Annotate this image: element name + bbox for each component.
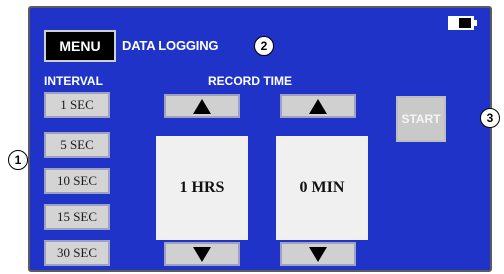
hours-up-button[interactable] [164,94,240,118]
interval-option-1-sec[interactable]: 1 SEC [44,92,110,118]
page-title: DATA LOGGING [122,38,219,53]
hours-down-button[interactable] [164,242,240,266]
interval-option-30-sec[interactable]: 30 SEC [44,240,110,266]
down-arrow-icon [193,246,211,262]
down-arrow-icon [309,246,327,262]
interval-heading: INTERVAL [44,74,103,88]
up-arrow-icon [193,98,211,114]
callout-2: 2 [254,36,274,56]
interval-option-5-sec[interactable]: 5 SEC [44,132,110,158]
minutes-down-button[interactable] [280,242,356,266]
interval-option-10-sec[interactable]: 10 SEC [44,168,110,194]
callout-3: 3 [480,108,500,128]
interval-option-15-sec[interactable]: 15 SEC [44,204,110,230]
record-time-heading: RECORD TIME [208,74,292,88]
minutes-value: 0 MIN [276,136,368,240]
up-arrow-icon [309,98,327,114]
minutes-up-button[interactable] [280,94,356,118]
callout-1: 1 [8,150,28,170]
battery-icon [448,16,477,30]
start-button[interactable]: START [396,96,446,142]
menu-button[interactable]: MENU [44,30,116,62]
hours-value: 1 HRS [156,136,248,240]
